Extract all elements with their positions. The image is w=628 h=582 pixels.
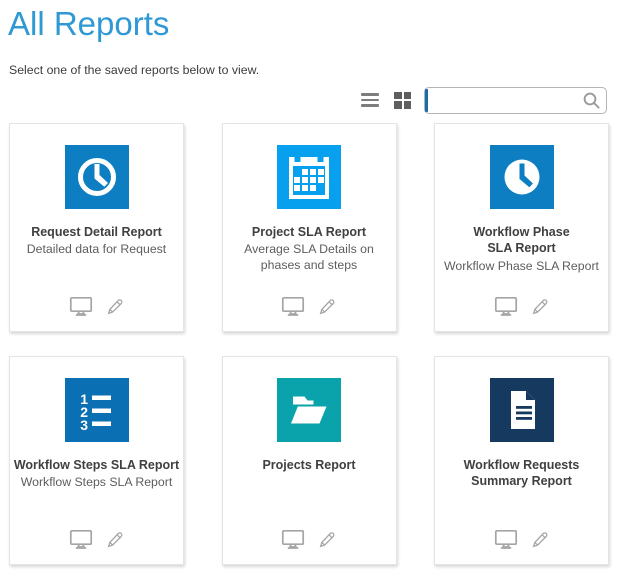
report-title: Workflow Phase SLA Report <box>458 224 586 257</box>
monitor-icon <box>70 531 90 548</box>
edit-report-button[interactable] <box>105 297 125 317</box>
card-actions <box>435 296 608 317</box>
monitor-icon <box>283 298 303 315</box>
report-subtitle: Detailed data for Request <box>10 242 183 258</box>
pencil-icon <box>108 299 121 312</box>
toolbar <box>359 86 607 114</box>
text-caret <box>425 89 428 112</box>
search-box <box>424 87 607 114</box>
view-report-button[interactable] <box>494 296 518 317</box>
pencil-icon <box>533 532 546 545</box>
page-subtitle: Select one of the saved reports below to… <box>9 63 259 77</box>
view-report-button[interactable] <box>281 296 305 317</box>
view-report-button[interactable] <box>281 529 305 550</box>
pencil-icon <box>321 532 334 545</box>
monitor-icon <box>495 298 515 315</box>
view-report-button[interactable] <box>69 529 93 550</box>
page-title: All Reports <box>8 5 169 43</box>
report-title: Workflow Steps SLA Report <box>10 457 183 473</box>
all-reports-page: All Reports Select one of the saved repo… <box>0 0 628 582</box>
edit-report-button[interactable] <box>105 530 125 550</box>
monitor-icon <box>495 531 515 548</box>
pencil-icon <box>533 299 546 312</box>
report-subtitle: Average SLA Details on phases and steps <box>233 242 385 274</box>
card-actions <box>435 529 608 550</box>
numbered-list-icon: 1 2 3 <box>65 378 129 442</box>
view-report-button[interactable] <box>494 529 518 550</box>
monitor-icon <box>283 531 303 548</box>
search-input[interactable] <box>424 87 607 114</box>
view-report-button[interactable] <box>69 296 93 317</box>
report-title: Request Detail Report <box>10 224 183 240</box>
report-card-workflow-steps-sla[interactable]: 1 2 3 Workflow Steps SLA Report Workflow… <box>9 356 184 565</box>
search-icon[interactable] <box>582 91 601 115</box>
card-actions <box>10 529 183 550</box>
report-card-project-sla[interactable]: Project SLA Report Average SLA Details o… <box>222 123 397 332</box>
report-subtitle: Workflow Phase SLA Report <box>435 259 608 275</box>
edit-report-button[interactable] <box>530 530 550 550</box>
edit-report-button[interactable] <box>530 297 550 317</box>
document-icon <box>490 378 554 442</box>
folder-icon <box>277 378 341 442</box>
report-grid: Request Detail Report Detailed data for … <box>9 123 609 565</box>
report-title: Workflow Requests Summary Report <box>458 457 586 490</box>
svg-text:3: 3 <box>80 417 88 433</box>
report-card-projects[interactable]: Projects Report <box>222 356 397 565</box>
report-subtitle: Workflow Steps SLA Report <box>10 475 183 491</box>
edit-report-button[interactable] <box>317 297 337 317</box>
monitor-icon <box>70 298 90 315</box>
clock-icon <box>490 145 554 209</box>
report-card-request-detail[interactable]: Request Detail Report Detailed data for … <box>9 123 184 332</box>
card-actions <box>223 529 396 550</box>
edit-report-button[interactable] <box>317 530 337 550</box>
calendar-icon <box>277 145 341 209</box>
report-title: Projects Report <box>223 457 396 473</box>
clock-icon <box>65 145 129 209</box>
list-view-icon[interactable] <box>359 91 381 109</box>
pencil-icon <box>321 299 334 312</box>
card-actions <box>10 296 183 317</box>
report-card-workflow-phase-sla[interactable]: Workflow Phase SLA Report Workflow Phase… <box>434 123 609 332</box>
grid-view-icon[interactable] <box>392 90 413 111</box>
report-card-workflow-requests-summary[interactable]: Workflow Requests Summary Report <box>434 356 609 565</box>
pencil-icon <box>108 532 121 545</box>
card-actions <box>223 296 396 317</box>
report-title: Project SLA Report <box>223 224 396 240</box>
